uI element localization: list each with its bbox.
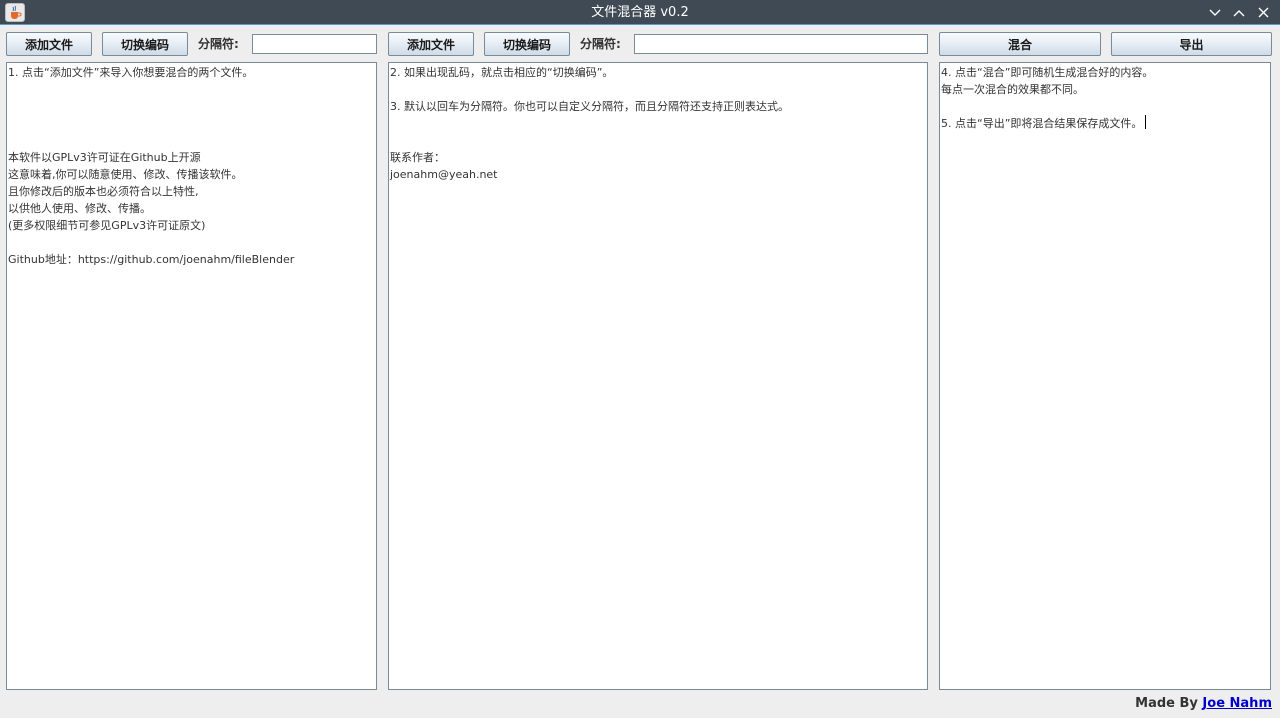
window-title: 文件混合器 v0.2 [591,5,689,20]
left-switch-encoding-button[interactable]: 切换编码 [102,32,188,56]
text-line: 且你修改后的版本也必须符合以上特性, [8,185,199,198]
text-line: 每点一次混合的效果都不同。 [941,83,1084,96]
text-line: joenahm@yeah.net [390,168,498,181]
text-line [8,81,375,98]
middle-add-file-button[interactable]: 添加文件 [388,32,474,56]
export-button[interactable]: 导出 [1111,32,1272,56]
text-line: 2. 如果出现乱码，就点击相应的“切换编码”。 [390,66,614,79]
text-line [390,81,926,98]
author-link[interactable]: Joe Nahm [1202,696,1272,711]
text-line [390,115,926,132]
left-separator-input[interactable] [252,34,377,54]
text-line: 这意味着,你可以随意使用、修改、传播该软件。 [8,168,243,181]
text-line: Github地址：https://github.com/joenahm/file… [8,253,295,266]
right-text-area[interactable]: 4. 点击“混合”即可随机生成混合好的内容。 每点一次混合的效果都不同。 5. … [939,62,1271,690]
left-separator-label: 分隔符: [198,37,239,51]
text-line: 联系作者： [390,151,445,164]
text-line-with-caret: 5. 点击“导出”即将混合结果保存成文件。 [941,115,1269,132]
close-icon[interactable] [1254,4,1272,21]
middle-separator-label: 分隔符: [580,37,621,51]
text-line [390,132,926,149]
text-line: 5. 点击“导出”即将混合结果保存成文件。 [941,117,1143,130]
minimize-icon[interactable] [1206,4,1224,21]
text-line [941,98,1269,115]
footer-credit: Made By Joe Nahm [1135,694,1272,714]
text-line [8,132,375,149]
text-line: (更多权限细节可参见GPLv3许可证原文) [8,219,206,232]
footer-prefix: Made By [1135,696,1203,711]
title-bar: 文件混合器 v0.2 [0,0,1280,25]
title-accent-line [0,24,1280,25]
middle-separator-input[interactable] [634,34,928,54]
maximize-icon[interactable] [1230,4,1248,21]
text-line [8,234,375,251]
text-line: 本软件以GPLv3许可证在Github上开源 [8,151,201,164]
middle-text-area[interactable]: 2. 如果出现乱码，就点击相应的“切换编码”。 3. 默认以回车为分隔符。你也可… [388,62,928,690]
text-line [8,115,375,132]
left-text-area[interactable]: 1. 点击“添加文件”来导入你想要混合的两个文件。 本软件以GPLv3许可证在G… [6,62,377,690]
text-caret [1145,115,1147,129]
text-line: 3. 默认以回车为分隔符。你也可以自定义分隔符，而且分隔符还支持正则表达式。 [390,100,789,113]
text-line [8,98,375,115]
blend-button[interactable]: 混合 [939,32,1101,56]
text-line: 以供他人使用、修改、传播。 [8,202,151,215]
text-line: 1. 点击“添加文件”来导入你想要混合的两个文件。 [8,66,254,79]
middle-switch-encoding-button[interactable]: 切换编码 [484,32,570,56]
text-line: 4. 点击“混合”即可随机生成混合好的内容。 [941,66,1154,79]
left-add-file-button[interactable]: 添加文件 [6,32,92,56]
